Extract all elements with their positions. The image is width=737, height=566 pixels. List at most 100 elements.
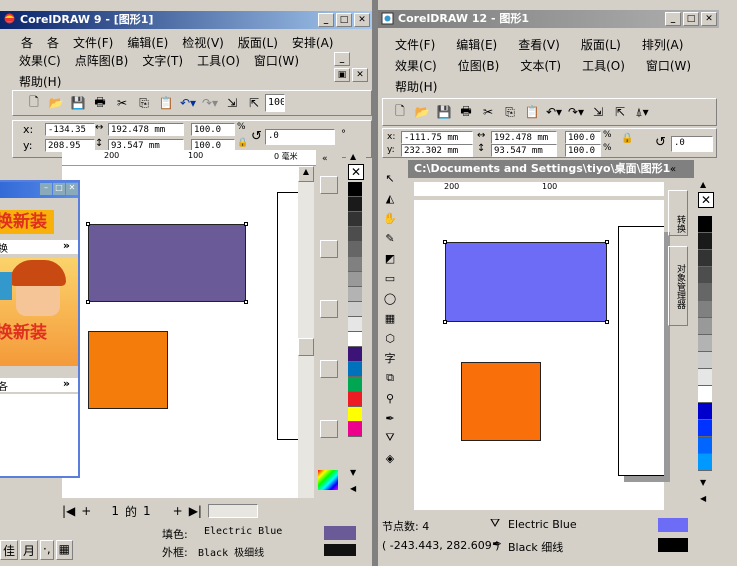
vertical-scrollbar[interactable]: ▲ xyxy=(298,166,314,498)
cut-icon[interactable]: ✂ xyxy=(477,102,499,122)
swatch-blue[interactable] xyxy=(698,420,712,437)
no-color-swatch[interactable]: ✕ xyxy=(698,192,714,208)
maximize-button[interactable]: □ xyxy=(683,12,699,26)
swatch-gray20[interactable] xyxy=(698,352,712,369)
palette-scroll-down-icon[interactable]: ▼ xyxy=(700,478,706,487)
close-button[interactable]: ✕ xyxy=(354,13,370,27)
lock-ratio-icon[interactable]: 🔒 xyxy=(621,133,633,144)
palette-expand-icon[interactable]: ◀ xyxy=(350,484,356,493)
swatch-gray80[interactable] xyxy=(698,250,712,267)
docker-collapse-icon[interactable]: « xyxy=(322,154,328,164)
doc-minimize-button[interactable]: _ xyxy=(334,52,350,66)
scroll-thumb[interactable] xyxy=(298,338,314,356)
palette-scroll-up-icon[interactable]: ▲ xyxy=(700,180,706,189)
swatch-gray50[interactable] xyxy=(698,301,712,318)
export-icon[interactable]: ⇱ xyxy=(243,93,265,113)
angle-input[interactable]: .0 xyxy=(265,129,335,145)
coreldraw12-titlebar[interactable]: CorelDRAW 12 - 图形1 _ □ ✕ xyxy=(378,10,719,28)
swatch-gray40[interactable] xyxy=(698,318,712,335)
height-input[interactable]: 93.547 mm xyxy=(491,144,557,157)
swatch-gray60[interactable] xyxy=(698,284,712,301)
eyedropper-icon[interactable]: ⚲ xyxy=(380,388,400,408)
menu-tools[interactable]: 工具(O) xyxy=(575,55,639,76)
menu-help[interactable]: 帮助(H) xyxy=(388,76,444,97)
selection-handle[interactable] xyxy=(244,222,248,226)
smart-fill-icon[interactable]: ◩ xyxy=(380,248,400,268)
popup-banner[interactable]: 换新装 xyxy=(0,210,54,234)
redo-icon[interactable]: ↷▾ xyxy=(199,93,221,113)
hand-icon[interactable]: ✋ xyxy=(380,208,400,228)
lock-ratio-icon[interactable]: 🔒 xyxy=(237,138,248,148)
graph-paper-icon[interactable]: ▦ xyxy=(380,308,400,328)
swatch-magenta[interactable] xyxy=(348,422,362,437)
selection-handle[interactable] xyxy=(86,300,90,304)
docker-tab-icon[interactable] xyxy=(320,420,338,438)
drawing-canvas[interactable] xyxy=(62,166,307,498)
docker-tab-icon[interactable] xyxy=(320,240,338,258)
menu-layout[interactable]: 版面(L) xyxy=(574,34,635,55)
import-icon[interactable]: ⇲ xyxy=(587,102,609,122)
palette-scroll-down-icon[interactable]: ▼ xyxy=(350,468,356,477)
width-input[interactable]: 192.478 mm xyxy=(491,131,557,144)
swatch-gray90[interactable] xyxy=(348,197,362,212)
drawing-canvas[interactable] xyxy=(414,200,664,510)
swatch-gray80[interactable] xyxy=(348,212,362,227)
pick-tool-icon[interactable]: ↖ xyxy=(380,168,400,188)
save-icon[interactable]: 💾 xyxy=(67,93,89,113)
scale-width-input[interactable]: 100.0 xyxy=(565,131,601,144)
swatch-gray50[interactable] xyxy=(348,257,362,272)
swatch-sky-blue[interactable] xyxy=(698,454,712,471)
basic-shapes-icon[interactable]: ⬡ xyxy=(380,328,400,348)
freehand-icon[interactable]: ✎ xyxy=(380,228,400,248)
popup-titlebar[interactable]: – □ ✕ xyxy=(0,182,78,198)
selection-handle[interactable] xyxy=(605,240,609,244)
shape-tool-icon[interactable]: ◭ xyxy=(380,188,400,208)
import-icon[interactable]: ⇲ xyxy=(221,93,243,113)
selection-handle[interactable] xyxy=(244,300,248,304)
selection-handle[interactable] xyxy=(443,240,447,244)
cut-icon[interactable]: ✂ xyxy=(111,93,133,113)
x-position-input[interactable]: -134.35 xyxy=(45,123,95,136)
doc-close-button[interactable]: ✕ xyxy=(352,68,368,82)
swatch-gray70[interactable] xyxy=(348,227,362,242)
application-launcher-icon[interactable]: ⍋▾ xyxy=(631,102,653,122)
ellipse-tool-icon[interactable]: ◯ xyxy=(380,288,400,308)
save-icon[interactable]: 💾 xyxy=(433,102,455,122)
docker-tab-icon[interactable] xyxy=(320,176,338,194)
popup-row[interactable]: 换 » xyxy=(0,239,78,255)
doc-restore-button[interactable]: ▣ xyxy=(334,68,350,82)
print-icon[interactable]: 🖶 xyxy=(89,93,111,113)
selection-handle[interactable] xyxy=(443,320,447,324)
paste-icon[interactable]: 📋 xyxy=(155,93,177,113)
copy-icon[interactable]: ⎘ xyxy=(499,102,521,122)
selection-handle[interactable] xyxy=(605,320,609,324)
docker-collapse-icon[interactable]: « xyxy=(670,164,676,175)
ime-mode-button[interactable]: 佳 xyxy=(0,540,19,560)
new-icon[interactable]: 🗋 xyxy=(23,93,45,113)
swatch-gray10[interactable] xyxy=(348,317,362,332)
orange-square[interactable] xyxy=(88,331,168,409)
swatch-gray90[interactable] xyxy=(698,233,712,250)
swatch-black[interactable] xyxy=(348,182,362,197)
swatch-black[interactable] xyxy=(698,216,712,233)
x-position-input[interactable]: -111.75 mm xyxy=(401,131,473,144)
add-page-after-icon[interactable]: + xyxy=(173,504,183,518)
copy-icon[interactable]: ⎘ xyxy=(133,93,155,113)
menu-tools[interactable]: 工具(O) xyxy=(190,50,247,71)
swatch-gray30[interactable] xyxy=(698,335,712,352)
swatch-gray10[interactable] xyxy=(698,369,712,386)
export-icon[interactable]: ⇱ xyxy=(609,102,631,122)
menu-view[interactable]: 查看(V) xyxy=(511,34,574,55)
popup-close-button[interactable]: ✕ xyxy=(66,183,78,195)
selection-handle[interactable] xyxy=(86,222,90,226)
text-tool-icon[interactable]: 字 xyxy=(380,348,400,368)
swatch-gray20[interactable] xyxy=(348,302,362,317)
redo-icon[interactable]: ↷▾ xyxy=(565,102,587,122)
palette-expand-icon[interactable]: ◀ xyxy=(700,494,706,503)
menu-effects[interactable]: 效果(C) xyxy=(12,50,68,71)
open-icon[interactable]: 📂 xyxy=(45,93,67,113)
popup-maximize-button[interactable]: □ xyxy=(53,183,65,195)
swatch-red[interactable] xyxy=(348,392,362,407)
docker-tab-icon[interactable] xyxy=(320,360,338,378)
selected-rectangle[interactable] xyxy=(445,242,607,322)
